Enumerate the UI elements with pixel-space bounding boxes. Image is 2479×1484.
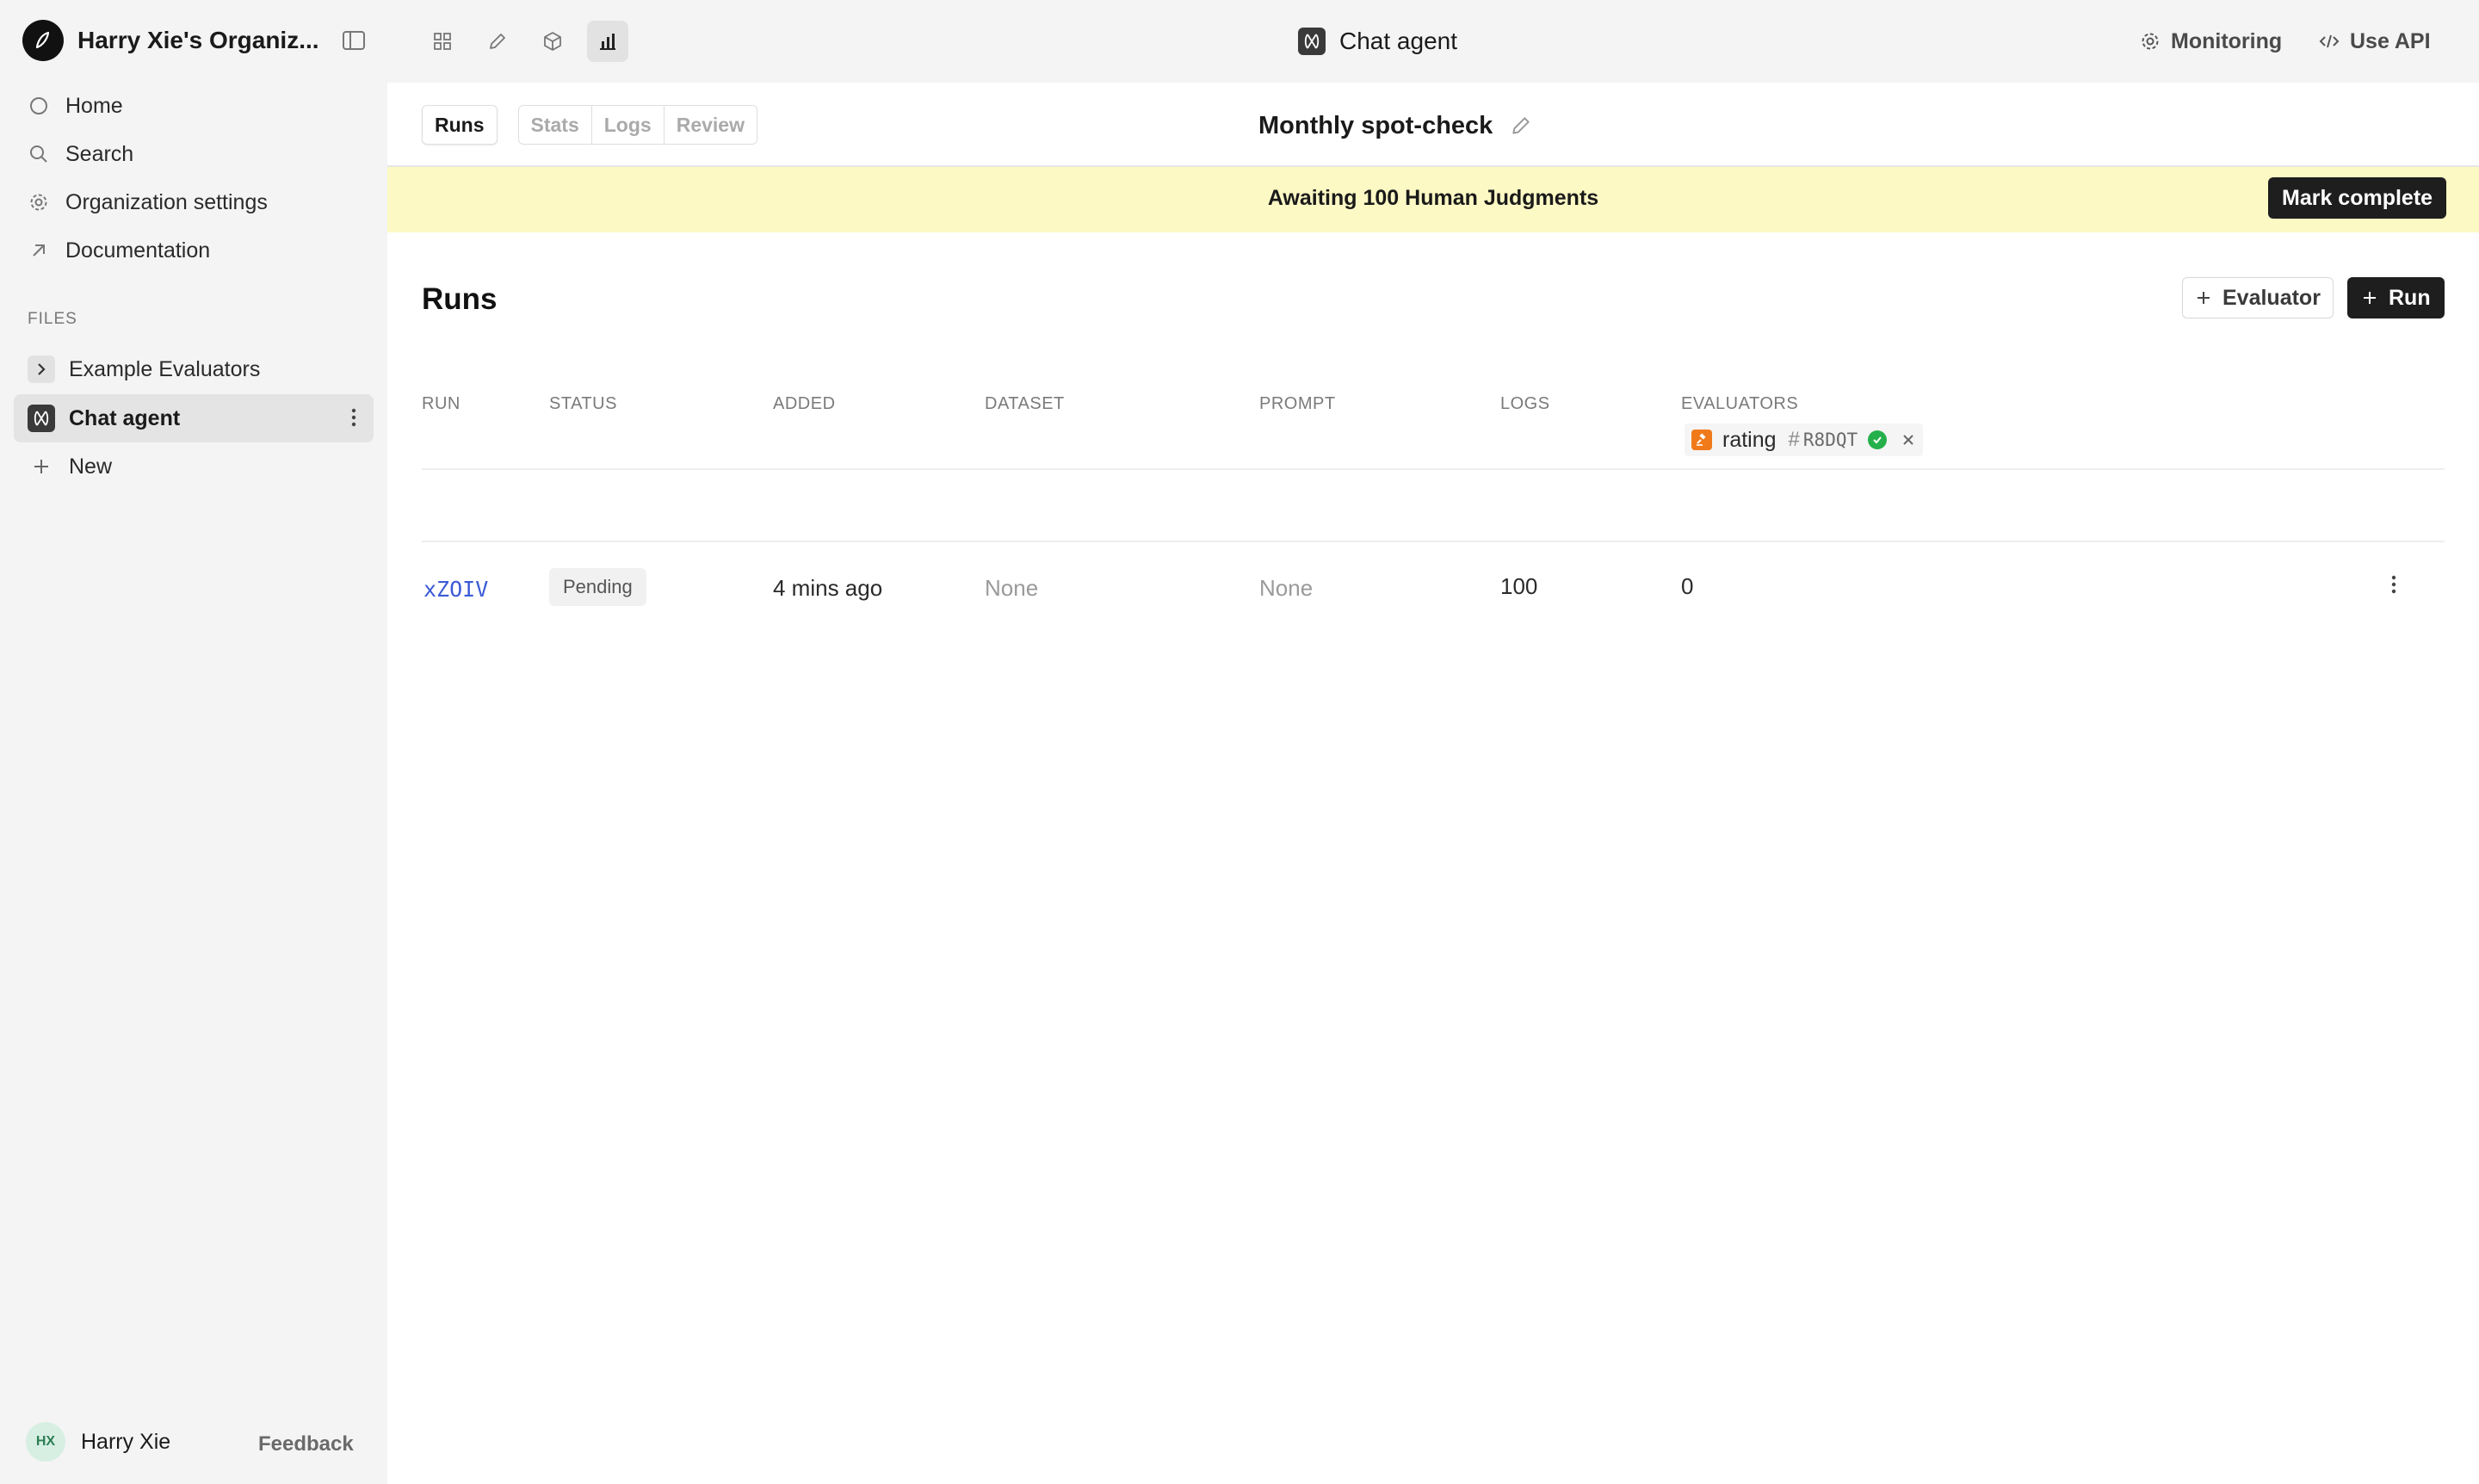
cube-icon[interactable] bbox=[532, 21, 573, 62]
cell-added: 4 mins ago bbox=[773, 575, 883, 601]
feedback-button[interactable]: Feedback bbox=[258, 1432, 354, 1456]
user-name: Harry Xie bbox=[81, 1429, 171, 1454]
org-name: Harry Xie's Organiz... bbox=[77, 27, 319, 53]
main-panel: Runs Stats Logs Review Monthly spot-chec… bbox=[387, 83, 2479, 1484]
add-evaluator-button[interactable]: Evaluator bbox=[2182, 277, 2334, 318]
gavel-icon bbox=[1691, 430, 1712, 450]
plus-icon bbox=[2361, 289, 2378, 306]
file-example-evaluators[interactable]: Example Evaluators bbox=[14, 345, 374, 393]
sidebar-item-label: Organization settings bbox=[65, 189, 268, 214]
pencil-icon[interactable] bbox=[477, 21, 518, 62]
sidebar-item-search[interactable]: Search bbox=[14, 133, 374, 176]
section-title: Runs bbox=[422, 282, 498, 316]
monitoring-label: Monitoring bbox=[2171, 28, 2283, 53]
monitoring-button[interactable]: Monitoring bbox=[2140, 24, 2282, 59]
view-tabs: Runs Stats Logs Review bbox=[422, 105, 757, 145]
tab-runs[interactable]: Runs bbox=[422, 105, 498, 145]
file-label: New bbox=[69, 454, 113, 479]
column-header-run: RUN bbox=[422, 394, 461, 413]
user-menu[interactable]: HX Harry Xie bbox=[26, 1422, 170, 1462]
mark-complete-button[interactable]: Mark complete bbox=[2268, 177, 2447, 219]
column-header-dataset: DATASET bbox=[985, 394, 1065, 413]
file-label: Chat agent bbox=[69, 405, 181, 430]
cell-prompt: None bbox=[1259, 575, 1314, 601]
pencil-icon[interactable] bbox=[1510, 114, 1532, 137]
column-header-prompt: PROMPT bbox=[1259, 394, 1336, 413]
close-icon[interactable] bbox=[1901, 432, 1916, 448]
status-banner: Awaiting 100 Human Judgments bbox=[387, 167, 2479, 232]
file-label: Example Evaluators bbox=[69, 356, 261, 381]
grid-icon[interactable] bbox=[422, 21, 463, 62]
sidebar-item-home[interactable]: Home bbox=[14, 84, 374, 127]
plus-icon bbox=[28, 453, 55, 480]
search-icon bbox=[28, 143, 50, 165]
gear-icon bbox=[28, 191, 50, 213]
page-title: Monthly spot-check bbox=[1258, 108, 1532, 143]
hash-icon: # bbox=[1788, 428, 1800, 451]
status-badge: Pending bbox=[549, 568, 646, 606]
tab-logs[interactable]: Logs bbox=[591, 105, 665, 145]
use-api-label: Use API bbox=[2350, 28, 2431, 53]
file-chat-agent[interactable]: Chat agent bbox=[14, 394, 374, 442]
add-run-button[interactable]: Run bbox=[2347, 277, 2445, 318]
sidebar-item-label: Search bbox=[65, 141, 134, 166]
agent-icon bbox=[1298, 28, 1326, 55]
circle-icon bbox=[28, 95, 50, 117]
evaluator-chip[interactable]: rating # R8DQT bbox=[1685, 424, 1924, 456]
avatar: HX bbox=[26, 1422, 65, 1462]
org-logo-icon bbox=[22, 20, 64, 61]
banner-text: Awaiting 100 Human Judgments bbox=[1267, 186, 1599, 210]
column-header-status: STATUS bbox=[549, 394, 617, 413]
evaluator-name: rating bbox=[1722, 427, 1777, 452]
files-heading: FILES bbox=[28, 310, 77, 328]
gear-icon bbox=[2140, 31, 2161, 52]
chevron-right-icon[interactable] bbox=[28, 356, 55, 383]
code-icon bbox=[2319, 31, 2340, 52]
cell-evaluators: 0 bbox=[1681, 573, 1694, 599]
check-circle-icon bbox=[1868, 430, 1888, 449]
tab-review[interactable]: Review bbox=[664, 105, 757, 145]
use-api-button[interactable]: Use API bbox=[2319, 24, 2431, 59]
sidebar-item-label: Documentation bbox=[65, 238, 211, 263]
evaluator-version: R8DQT bbox=[1802, 430, 1858, 450]
column-header-added: ADDED bbox=[773, 394, 836, 413]
column-header-evaluators: EVALUATORS bbox=[1681, 394, 1799, 413]
more-vertical-icon[interactable] bbox=[349, 406, 358, 429]
cell-logs: 100 bbox=[1500, 573, 1538, 599]
sidebar-item-organization-settings[interactable]: Organization settings bbox=[14, 181, 374, 224]
table-header-divider bbox=[422, 468, 2445, 470]
agent-icon bbox=[28, 405, 55, 432]
top-title: Chat agent bbox=[1298, 24, 1457, 59]
sidebar-item-documentation[interactable]: Documentation bbox=[14, 229, 374, 272]
bar-chart-icon[interactable] bbox=[587, 21, 628, 62]
file-new[interactable]: New bbox=[14, 442, 374, 491]
add-evaluator-label: Evaluator bbox=[2222, 285, 2321, 310]
sidebar-toggle-icon[interactable] bbox=[339, 26, 368, 55]
cell-dataset: None bbox=[985, 575, 1039, 601]
arrow-up-right-icon bbox=[28, 239, 50, 262]
org-switcher[interactable]: Harry Xie's Organiz... bbox=[22, 19, 319, 62]
top-title-label: Chat agent bbox=[1339, 28, 1457, 54]
tab-stats[interactable]: Stats bbox=[517, 105, 592, 145]
column-header-logs: LOGS bbox=[1500, 394, 1550, 413]
plus-icon bbox=[2195, 289, 2212, 306]
page-title-label: Monthly spot-check bbox=[1258, 111, 1493, 139]
sidebar-item-label: Home bbox=[65, 93, 123, 118]
add-run-label: Run bbox=[2389, 285, 2431, 310]
more-vertical-icon[interactable] bbox=[2389, 573, 2398, 596]
run-id-link[interactable]: xZOIV bbox=[423, 577, 488, 602]
